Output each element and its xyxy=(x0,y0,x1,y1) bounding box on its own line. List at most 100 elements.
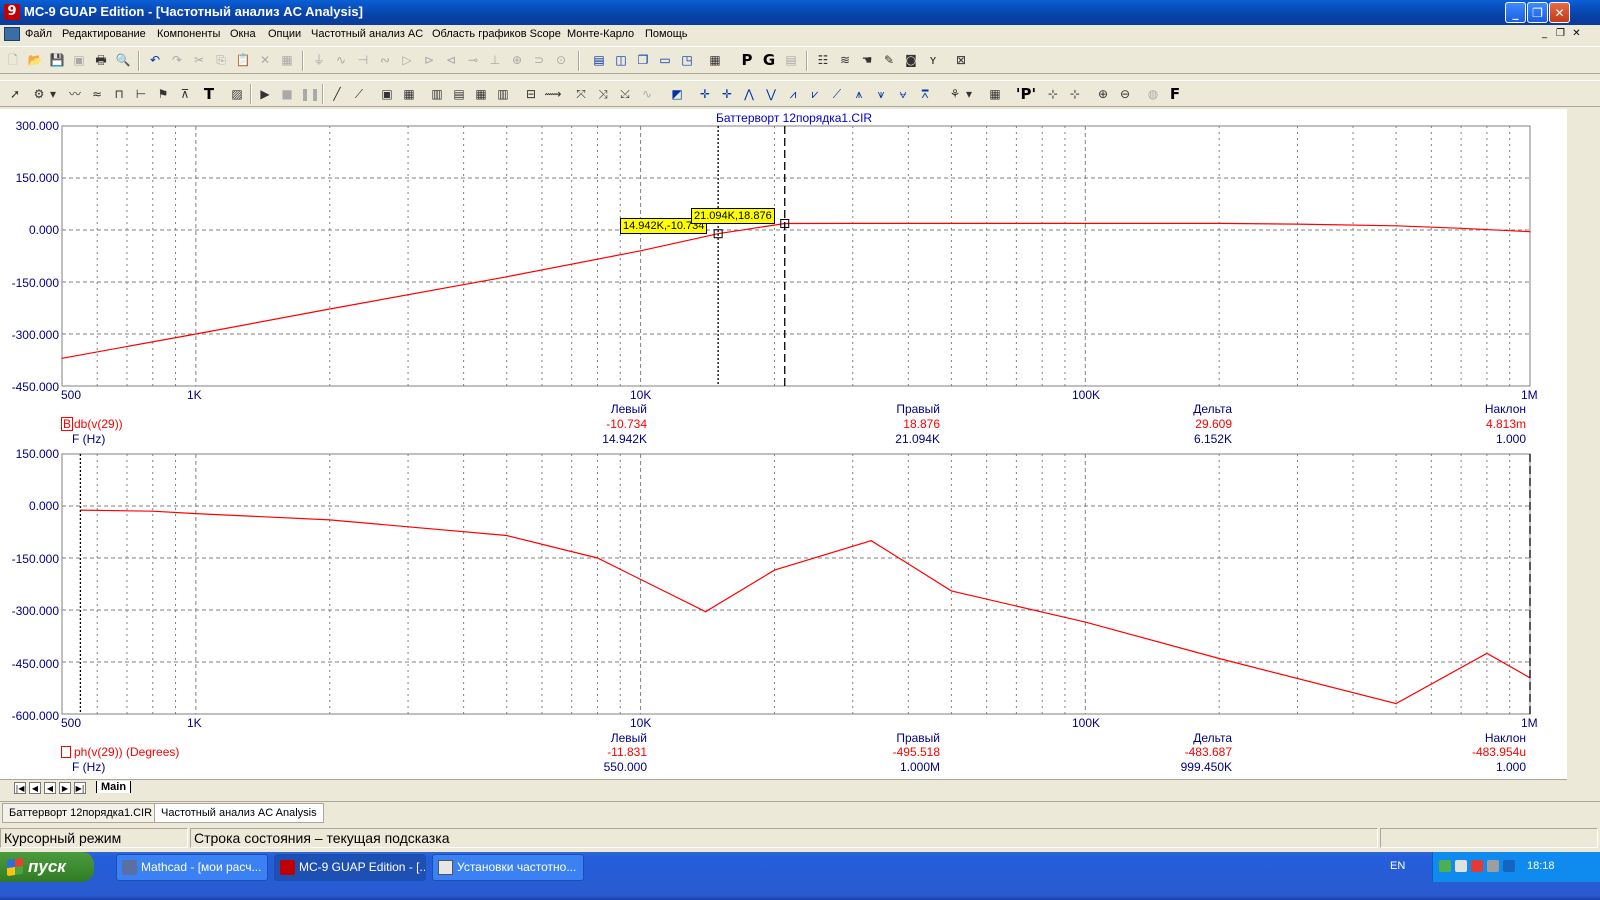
select-arrow-icon[interactable]: ➚ xyxy=(6,85,24,103)
copy-icon[interactable]: ⎘ xyxy=(212,51,230,69)
f-tool-icon[interactable]: F xyxy=(1166,85,1184,103)
print-icon[interactable]: 🖶 xyxy=(92,51,110,69)
g-tool-icon[interactable]: G xyxy=(760,51,778,69)
menu-scope[interactable]: Область графиков Scope xyxy=(432,28,561,40)
p-property-icon[interactable]: 'P' xyxy=(1014,85,1038,103)
grid-dense-icon[interactable]: ▥ xyxy=(428,85,446,103)
menu-options[interactable]: Опции xyxy=(268,28,301,40)
menu-windows[interactable]: Окна xyxy=(230,28,256,40)
flag-icon[interactable]: ⚑ xyxy=(154,85,172,103)
probe-icon[interactable]: ⊙ xyxy=(552,51,570,69)
volume-icon[interactable] xyxy=(1487,860,1499,872)
axis2-icon[interactable]: ⊹ xyxy=(1066,85,1084,103)
xy-icon[interactable]: ʏ xyxy=(924,51,942,69)
phase-plot[interactable] xyxy=(0,444,1567,774)
box-icon[interactable]: ⊓ xyxy=(110,85,128,103)
bus-icon[interactable]: ≈ xyxy=(88,85,106,103)
wire-icon[interactable]: 〰 xyxy=(66,85,84,103)
y-expression[interactable]: db(v(29)) xyxy=(74,417,123,431)
p-tool-icon[interactable]: P xyxy=(738,51,756,69)
slope-find-icon[interactable]: ⟋ xyxy=(828,85,846,103)
next-valley-icon[interactable]: ⋁ xyxy=(762,85,780,103)
tab-ac-analysis[interactable]: Частотный анализ AC Analysis xyxy=(154,803,324,823)
analysis-icon[interactable]: ⊠ xyxy=(952,51,970,69)
text-tool-icon[interactable]: T xyxy=(200,85,218,103)
global-high-icon[interactable]: ⩚ xyxy=(850,85,868,103)
zoom-in-icon[interactable]: ⊕ xyxy=(1094,85,1112,103)
prev-sheet-button[interactable]: ◀ xyxy=(44,782,56,794)
line-icon[interactable]: ╱ xyxy=(328,85,346,103)
open-file-icon[interactable]: 📂 xyxy=(26,51,44,69)
switch-icon[interactable]: ⊸ xyxy=(464,51,482,69)
pause-icon[interactable]: ❚❚ xyxy=(300,85,320,103)
run-icon[interactable]: ▶ xyxy=(256,85,274,103)
valley-find-icon[interactable]: ⩗ xyxy=(806,85,824,103)
tile-vertical-icon[interactable]: ◫ xyxy=(612,51,630,69)
minimize-button[interactable]: _ xyxy=(1505,2,1526,23)
grid-icon[interactable]: ▦ xyxy=(400,85,418,103)
vertical-scrollbar[interactable] xyxy=(1567,109,1600,799)
window-split-icon[interactable]: ◳ xyxy=(678,51,696,69)
trace-icon[interactable]: ⟿ xyxy=(544,85,562,103)
stop-icon[interactable]: ■ xyxy=(278,85,296,103)
document-icon[interactable] xyxy=(4,27,20,41)
cursor-left-icon[interactable]: ✛ xyxy=(696,85,714,103)
menu-monte-carlo[interactable]: Монте-Карло xyxy=(567,28,634,40)
network-icon[interactable] xyxy=(1439,860,1451,872)
menu-ac-analysis[interactable]: Частотный анализ AC xyxy=(311,28,423,40)
trace-marker[interactable]: B xyxy=(61,417,74,431)
source-icon[interactable]: ⊕ xyxy=(508,51,526,69)
component-list-icon[interactable]: ☷ xyxy=(814,51,832,69)
battery-icon[interactable]: ⊥ xyxy=(486,51,504,69)
peak-find-icon[interactable]: ⩘ xyxy=(784,85,802,103)
plot-area[interactable]: Баттерворт 12порядка1.CIR 300.000 150.00… xyxy=(0,109,1567,784)
gate-icon[interactable]: ⊃ xyxy=(530,51,548,69)
mdi-close-button[interactable]: ✕ xyxy=(1569,28,1584,41)
capacitor-icon[interactable]: ⊣ xyxy=(354,51,372,69)
prev-page-button[interactable]: ◀ xyxy=(29,782,41,794)
task-mathcad[interactable]: Mathcad - [мои расч... xyxy=(116,854,268,881)
shield-icon[interactable] xyxy=(1503,860,1515,872)
chevron-down-icon[interactable]: ▾ xyxy=(48,85,58,103)
menu-help[interactable]: Помощь xyxy=(645,28,688,40)
zoom-out-icon[interactable]: ⊖ xyxy=(1116,85,1134,103)
inflection-icon[interactable]: ⩝ xyxy=(894,85,912,103)
slope-icon[interactable]: ∿ xyxy=(638,85,656,103)
cursor-right-icon[interactable]: ✛ xyxy=(718,85,736,103)
transistor-icon[interactable]: ⊳ xyxy=(420,51,438,69)
resistor-icon[interactable]: ∿ xyxy=(332,51,350,69)
globe-icon[interactable]: ◍ xyxy=(1144,85,1162,103)
redo-icon[interactable]: ↷ xyxy=(168,51,186,69)
display-icon[interactable] xyxy=(1455,860,1467,872)
next-sheet-button[interactable]: ▶ xyxy=(59,782,71,794)
last-sheet-button[interactable]: ▶| xyxy=(74,782,86,794)
language-indicator[interactable]: EN xyxy=(1390,860,1405,872)
mdi-restore-button[interactable]: ❐ xyxy=(1553,28,1568,41)
grid-lines-icon[interactable]: ▤ xyxy=(450,85,468,103)
tab-circuit[interactable]: Баттерворт 12порядка1.CIR xyxy=(2,803,160,823)
axis-icon[interactable]: ⊹ xyxy=(1044,85,1062,103)
pen-icon[interactable]: ✎ xyxy=(880,51,898,69)
grid-cols-icon[interactable]: ▥ xyxy=(494,85,512,103)
tag-icon[interactable]: ⚘ xyxy=(946,85,964,103)
table-icon[interactable]: ▦ xyxy=(986,85,1004,103)
calculator-icon[interactable]: ▦ xyxy=(706,51,724,69)
valley-icon[interactable]: ⤨ xyxy=(594,85,612,103)
inductor-icon[interactable]: ∾ xyxy=(376,51,394,69)
chevron-down-icon[interactable]: ▾ xyxy=(964,85,974,103)
save-icon[interactable]: 💾 xyxy=(48,51,66,69)
app-icon[interactable]: 9 xyxy=(4,4,20,20)
menu-edit[interactable]: Редактирование xyxy=(62,28,146,40)
cut-icon[interactable]: ✂ xyxy=(190,51,208,69)
global-low-icon[interactable]: ⩛ xyxy=(872,85,890,103)
properties-icon[interactable]: ▤ xyxy=(782,51,800,69)
info-icon[interactable]: ▨ xyxy=(228,85,246,103)
line-markers-icon[interactable]: ⟋ xyxy=(350,85,368,103)
menu-file[interactable]: Файл xyxy=(25,28,52,40)
frame-icon[interactable]: ▣ xyxy=(378,85,396,103)
component-mode-icon[interactable]: ⚙ xyxy=(30,85,48,103)
new-file-icon[interactable]: 🗋 xyxy=(4,51,22,69)
waveform-icon[interactable]: ≋ xyxy=(836,51,854,69)
peak-icon[interactable]: ⤧ xyxy=(572,85,590,103)
next-peak-icon[interactable]: ⋀ xyxy=(740,85,758,103)
